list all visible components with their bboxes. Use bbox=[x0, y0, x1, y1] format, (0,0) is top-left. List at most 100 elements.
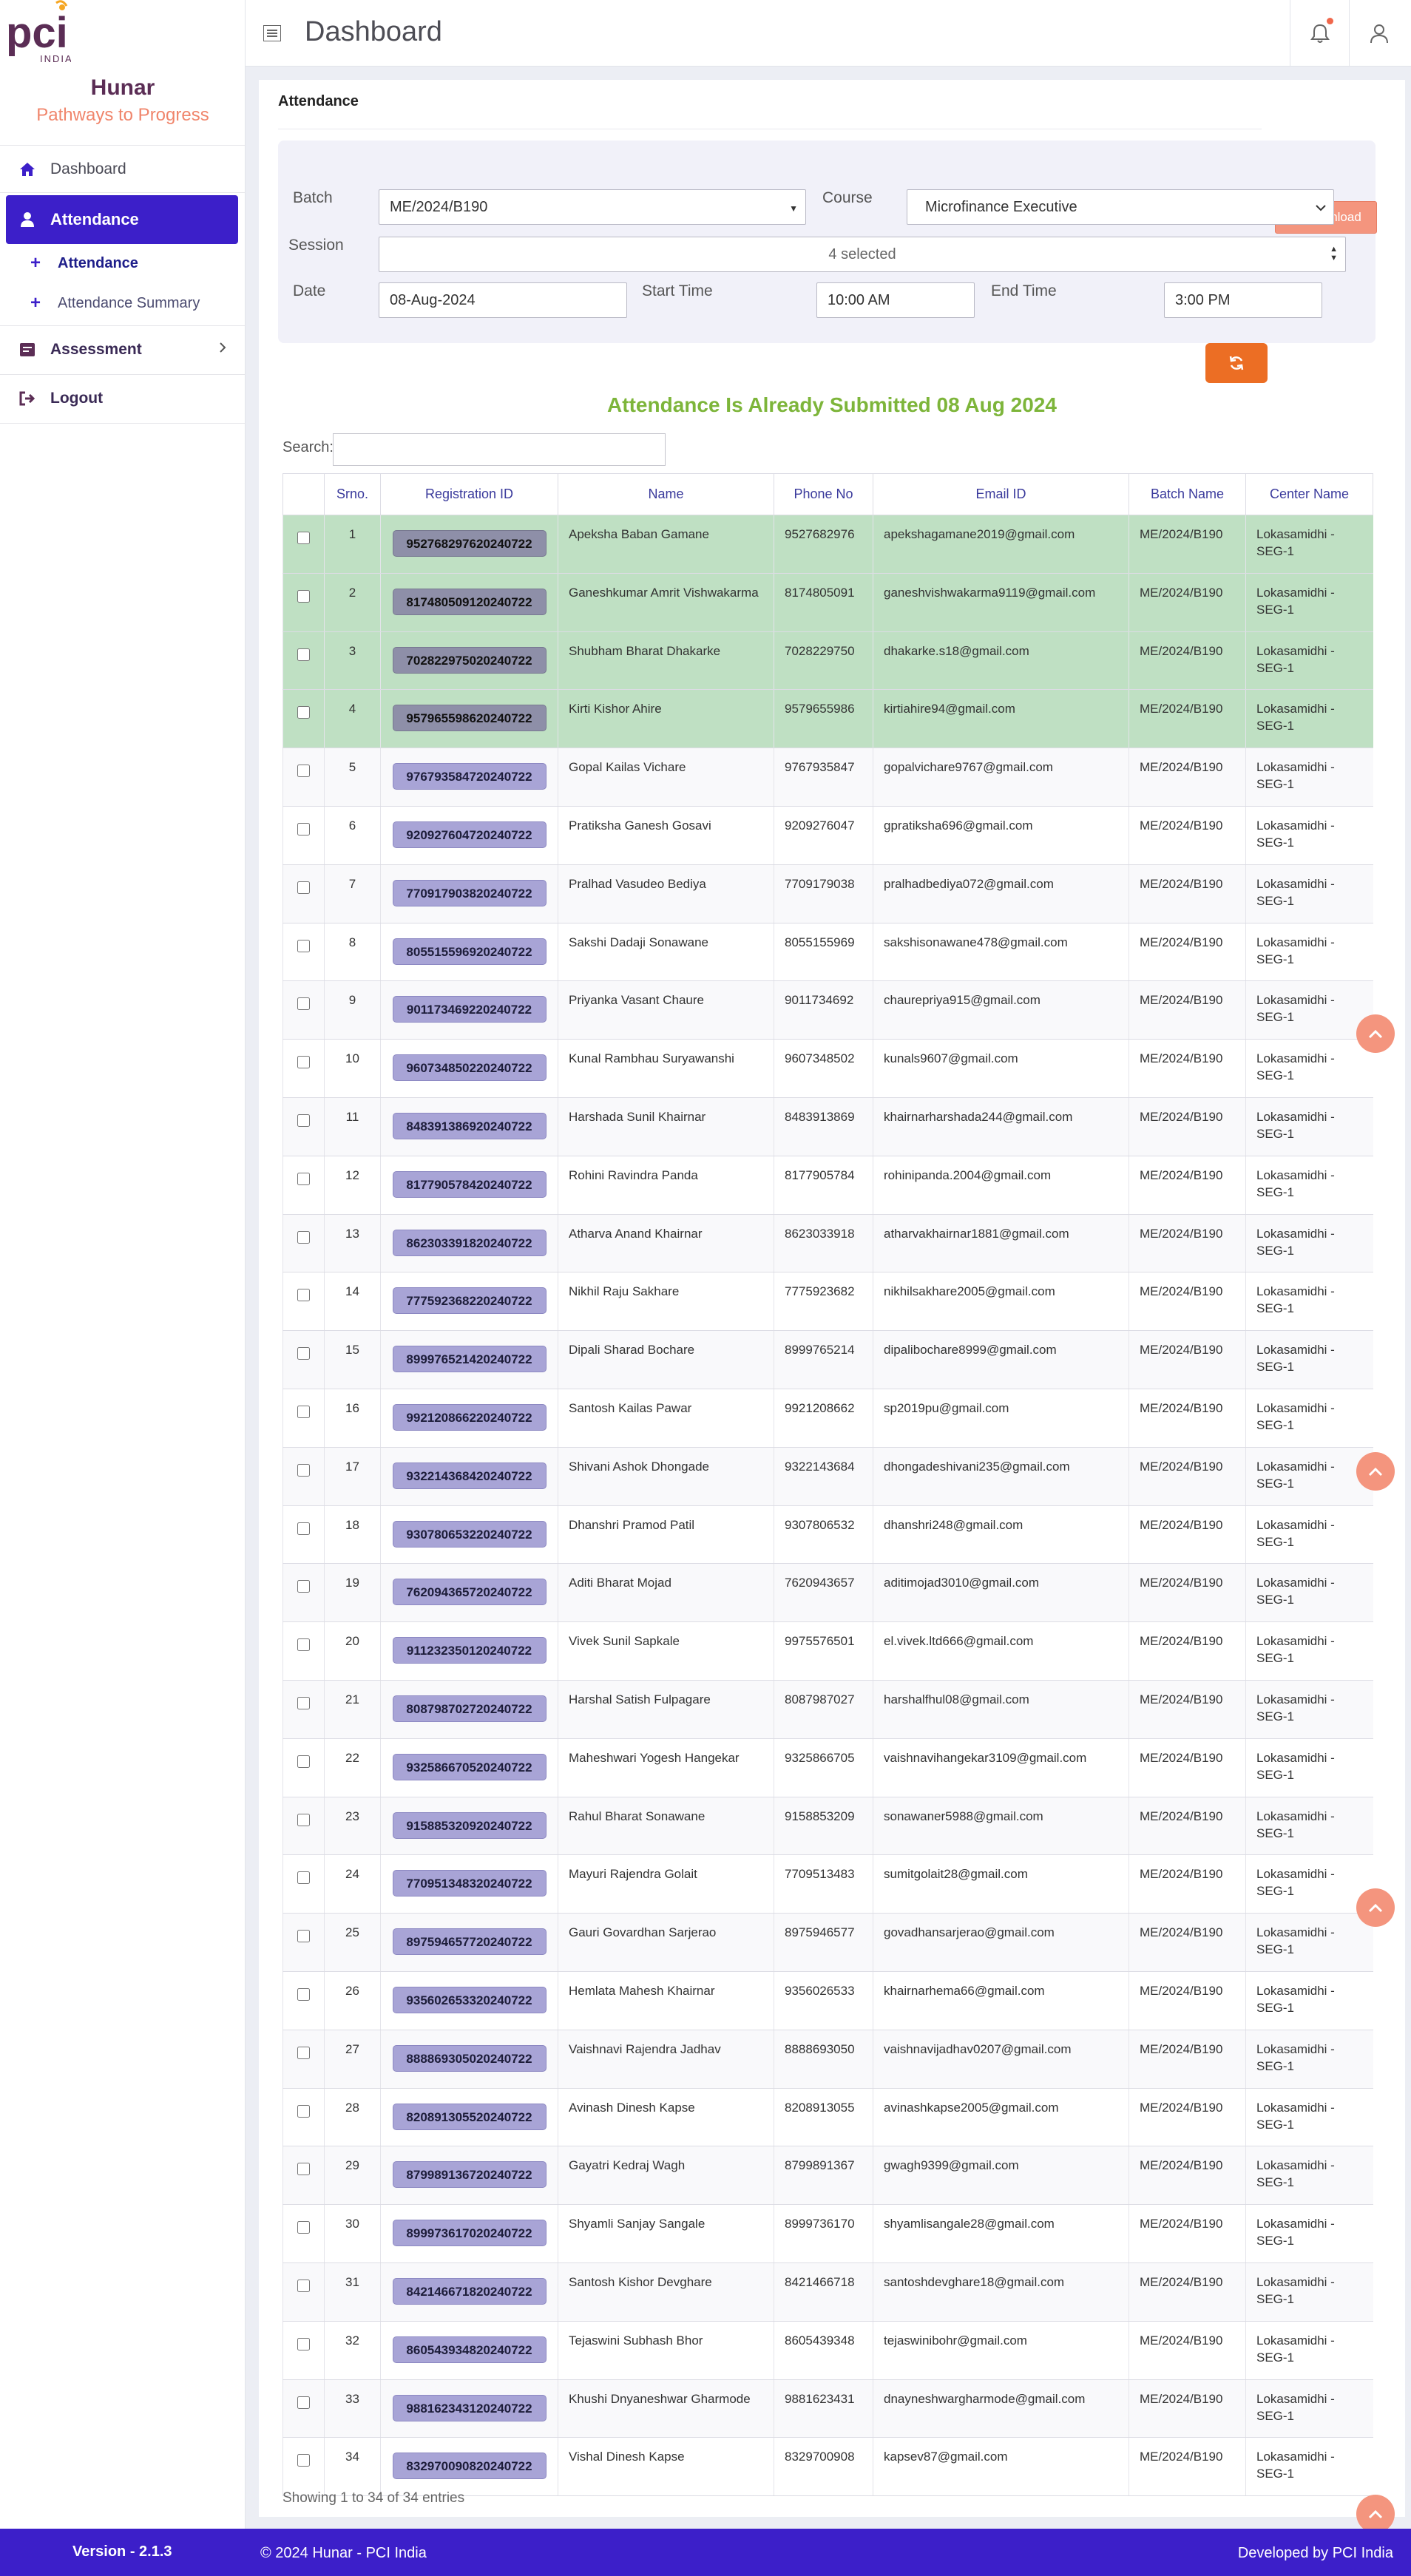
row-checkbox[interactable] bbox=[297, 2163, 310, 2176]
row-checkbox[interactable] bbox=[297, 939, 310, 952]
row-checkbox[interactable] bbox=[297, 1871, 310, 1885]
table-row[interactable]: 33 988162343120240722 Khushi Dnyaneshwar G… bbox=[282, 2379, 1373, 2438]
row-checkbox[interactable] bbox=[297, 765, 310, 778]
end-time-input[interactable]: 3:00 PM bbox=[1164, 282, 1322, 318]
column-header-phone[interactable]: Phone No bbox=[774, 473, 873, 515]
sidebar-item-assessment[interactable]: Assessment bbox=[6, 327, 238, 373]
sidebar-item-attendance[interactable]: Attendance bbox=[6, 195, 238, 244]
scroll-top-button[interactable] bbox=[1356, 1014, 1395, 1053]
srno-cell: 31 bbox=[324, 2263, 381, 2322]
row-checkbox[interactable] bbox=[297, 2396, 310, 2409]
row-checkbox[interactable] bbox=[297, 589, 310, 603]
row-checkbox[interactable] bbox=[297, 1347, 310, 1360]
row-checkbox[interactable] bbox=[297, 1056, 310, 1069]
column-header-srno[interactable]: Srno. bbox=[324, 473, 381, 515]
phone-cell: 8975946577 bbox=[774, 1913, 873, 1972]
table-row[interactable]: 15 899976521420240722 Dipali Sharad Bochar… bbox=[282, 1330, 1373, 1389]
user-profile-icon[interactable] bbox=[1361, 15, 1398, 52]
scroll-top-button[interactable] bbox=[1356, 1452, 1395, 1491]
table-row[interactable]: 28 820891305520240722 Avinash Dinesh Kapse… bbox=[282, 2088, 1373, 2147]
column-header-select[interactable] bbox=[282, 473, 325, 515]
pci-india-logo[interactable]: pci INDIA bbox=[4, 0, 72, 65]
table-row[interactable]: 9 901173469220240722 Priyanka Vasant Chaur… bbox=[282, 980, 1373, 1040]
row-checkbox[interactable] bbox=[297, 1289, 310, 1302]
row-checkbox[interactable] bbox=[297, 1696, 310, 1709]
table-row[interactable]: 21 808798702720240722 Harshal Satish Fulpa… bbox=[282, 1680, 1373, 1739]
sidebar-subitem-attendance-summary[interactable]: + Attendance Summary bbox=[30, 288, 200, 318]
session-multiselect[interactable]: 4 selected ▲ ▼ bbox=[379, 237, 1346, 272]
table-row[interactable]: 25 897594657720240722 Gauri Govardhan Sarj… bbox=[282, 1913, 1373, 1972]
batch-cell: ME/2024/B190 bbox=[1129, 1097, 1246, 1156]
row-checkbox[interactable] bbox=[297, 822, 310, 835]
batch-select[interactable]: ME/2024/B190 ▼ bbox=[379, 189, 806, 225]
row-checkbox[interactable] bbox=[297, 2279, 310, 2292]
table-row[interactable]: 20 911232350120240722 Vivek Sunil Sapkale 9… bbox=[282, 1621, 1373, 1681]
refresh-button[interactable] bbox=[1205, 343, 1268, 383]
row-checkbox[interactable] bbox=[297, 1813, 310, 1826]
row-checkbox[interactable] bbox=[297, 1987, 310, 2001]
sidebar-subitem-attendance[interactable]: + Attendance bbox=[30, 248, 138, 278]
table-row[interactable]: 5 976793584720240722 Gopal Kailas Vichare 9… bbox=[282, 748, 1373, 807]
table-row[interactable]: 4 957965598620240722 Kirti Kishor Ahire 957… bbox=[282, 689, 1373, 749]
table-row[interactable]: 24 770951348320240722 Mayuri Rajendra Gola… bbox=[282, 1854, 1373, 1914]
column-header-name[interactable]: Name bbox=[558, 473, 774, 515]
table-row[interactable]: 27 888869305020240722 Vaishnavi Rajendra J… bbox=[282, 2030, 1373, 2089]
row-checkbox[interactable] bbox=[297, 1405, 310, 1418]
row-checkbox[interactable] bbox=[297, 2221, 310, 2234]
table-row[interactable]: 13 862303391820240722 Atharva Anand Khairn… bbox=[282, 1214, 1373, 1273]
column-header-batch[interactable]: Batch Name bbox=[1129, 473, 1246, 515]
column-header-email[interactable]: Email ID bbox=[873, 473, 1129, 515]
table-row[interactable]: 26 935602653320240722 Hemlata Mahesh Khair… bbox=[282, 1971, 1373, 2030]
row-checkbox[interactable] bbox=[297, 1930, 310, 1943]
sidebar-item-dashboard[interactable]: Dashboard bbox=[6, 146, 238, 192]
column-header-registration-id[interactable]: Registration ID bbox=[380, 473, 558, 515]
table-row[interactable]: 22 932586670520240722 Maheshwari Yogesh Ha… bbox=[282, 1738, 1373, 1797]
menu-toggle-icon[interactable] bbox=[263, 24, 282, 42]
table-row[interactable]: 2 817480509120240722 Ganeshkumar Amrit Vis… bbox=[282, 573, 1373, 632]
row-checkbox[interactable] bbox=[297, 532, 310, 544]
table-row[interactable]: 30 899973617020240722 Shyamli Sanjay Sanga… bbox=[282, 2204, 1373, 2263]
table-row[interactable]: 31 842146671820240722 Santosh Kishor Devgh… bbox=[282, 2263, 1373, 2322]
table-row[interactable]: 16 992120866220240722 Santosh Kailas Pawar… bbox=[282, 1389, 1373, 1448]
sidebar-item-logout[interactable]: Logout bbox=[6, 376, 238, 421]
row-checkbox[interactable] bbox=[297, 1522, 310, 1535]
row-checkbox[interactable] bbox=[297, 2046, 310, 2059]
row-checkbox[interactable] bbox=[297, 648, 310, 661]
date-input[interactable]: 08-Aug-2024 bbox=[379, 282, 627, 318]
table-row[interactable]: 12 817790578420240722 Rohini Ravindra Pand… bbox=[282, 1156, 1373, 1215]
table-row[interactable]: 17 932214368420240722 Shivani Ashok Dhonga… bbox=[282, 1447, 1373, 1506]
course-select[interactable]: Microfinance Executive bbox=[907, 189, 1334, 225]
scroll-top-button[interactable] bbox=[1356, 1888, 1395, 1927]
table-row[interactable]: 34 832970090820240722 Vishal Dinesh Kapse 8… bbox=[282, 2437, 1373, 2497]
table-row[interactable]: 29 879989136720240722 Gayatri Kedraj Wagh 8… bbox=[282, 2146, 1373, 2206]
row-checkbox[interactable] bbox=[297, 1580, 310, 1593]
table-row[interactable]: 8 805515596920240722 Sakshi Dadaji Sonawan… bbox=[282, 923, 1373, 982]
row-checkbox[interactable] bbox=[297, 706, 310, 719]
table-row[interactable]: 19 762094365720240722 Aditi Bharat Mojad 76… bbox=[282, 1563, 1373, 1623]
row-checkbox[interactable] bbox=[297, 1172, 310, 1185]
table-row[interactable]: 23 915885320920240722 Rahul Bharat Sonawan… bbox=[282, 1797, 1373, 1856]
row-checkbox[interactable] bbox=[297, 1463, 310, 1477]
row-checkbox[interactable] bbox=[297, 2337, 310, 2350]
table-row[interactable]: 6 920927604720240722 Pratiksha Ganesh Gosa… bbox=[282, 806, 1373, 865]
row-checkbox[interactable] bbox=[297, 1114, 310, 1127]
row-checkbox[interactable] bbox=[297, 881, 310, 894]
table-row[interactable]: 18 930780653220240722 Dhanshri Pramod Pati… bbox=[282, 1505, 1373, 1565]
table-row[interactable]: 14 777592368220240722 Nikhil Raju Sakhare 7… bbox=[282, 1272, 1373, 1332]
row-checkbox[interactable] bbox=[297, 1755, 310, 1768]
table-row[interactable]: 1 952768297620240722 Apeksha Baban Gamane 9… bbox=[282, 515, 1373, 574]
table-row[interactable]: 7 770917903820240722 Pralhad Vasudeo Bediy… bbox=[282, 864, 1373, 923]
row-checkbox[interactable] bbox=[297, 1230, 310, 1244]
scroll-top-button[interactable] bbox=[1356, 2495, 1395, 2533]
row-checkbox[interactable] bbox=[297, 1638, 310, 1652]
table-row[interactable]: 32 860543934820240722 Tejaswini Subhash Bh… bbox=[282, 2321, 1373, 2380]
search-input[interactable] bbox=[333, 433, 666, 466]
start-time-input[interactable]: 10:00 AM bbox=[816, 282, 975, 318]
table-row[interactable]: 10 960734850220240722 Kunal Rambhau Suryaw… bbox=[282, 1039, 1373, 1098]
column-header-center[interactable]: Center Name bbox=[1245, 473, 1373, 515]
row-checkbox[interactable] bbox=[297, 2454, 310, 2467]
table-row[interactable]: 3 702822975020240722 Shubham Bharat Dhakar… bbox=[282, 631, 1373, 691]
row-checkbox[interactable] bbox=[297, 2104, 310, 2118]
row-checkbox[interactable] bbox=[297, 997, 310, 1011]
table-row[interactable]: 11 848391386920240722 Harshada Sunil Khair… bbox=[282, 1097, 1373, 1156]
